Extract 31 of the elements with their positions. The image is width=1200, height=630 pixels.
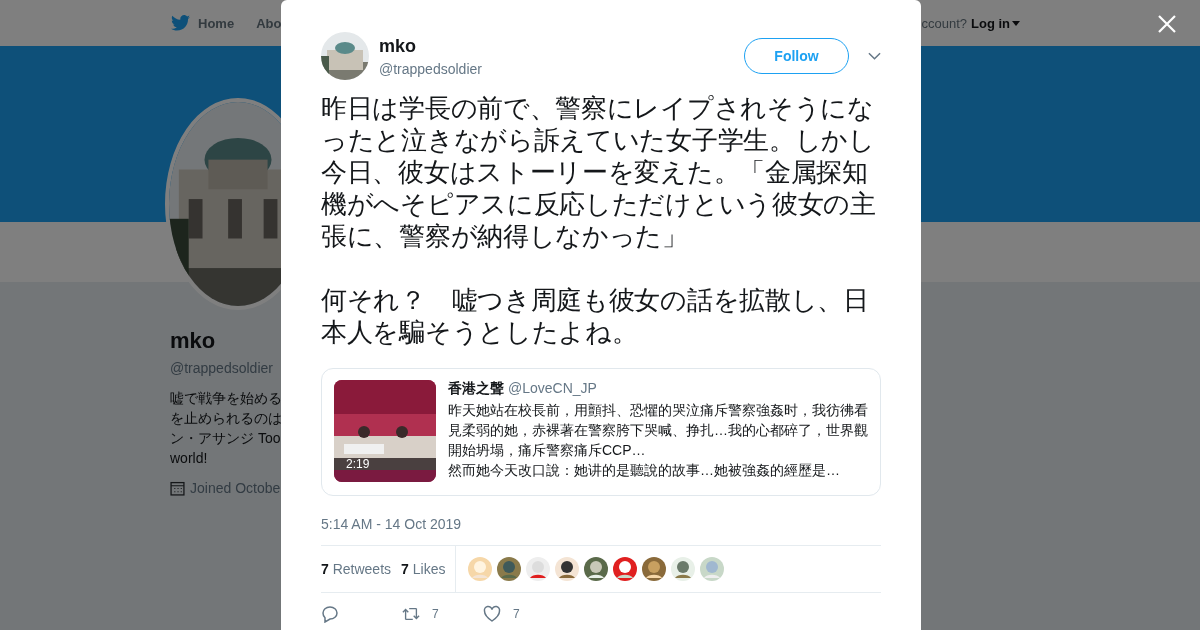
heart-icon[interactable]: [483, 605, 501, 623]
profile-name: mko: [170, 328, 216, 354]
stat-link[interactable]: 7 Likes: [401, 561, 446, 577]
profile-handle: @trappedsoldier: [170, 360, 273, 376]
bird-icon: [171, 15, 190, 31]
author-handle: @trappedsoldier: [379, 60, 483, 77]
tweet-text: 何それ？ 嘘つき周庭も彼女の話を拡散し、日本人を騙そうとしたよね。: [321, 284, 870, 348]
quoted-tweet[interactable]: 2:19 香港之聲 @LoveCN_JP 昨天她站在校長前，用顫抖、恐懼的哭泣痛斥警察強姦时，我彷彿看見柔弱的她，赤裸著在警察胯下哭喊、挣扎…我的心都碎了，世界觀開始坍塌，痛斥警察痛斥CCP… 然而她今天改口說：她讲的是聽說的故事…她被強姦的經歷是…: [321, 368, 881, 496]
profile-bio: 嘘で戦争を始める を止められるのは ン・アサンジ Too world!: [170, 389, 282, 468]
tweet-timestamp: 5:14 AM - 14 Oct 2019: [321, 516, 463, 532]
action-count: 7: [513, 607, 520, 621]
chevron-down-icon[interactable]: [868, 52, 881, 60]
login-link[interactable]: Log in: [971, 15, 1010, 31]
follow-button[interactable]: Follow: [744, 38, 849, 74]
account-prompt: ccount?: [921, 15, 967, 31]
quoted-author-name: 香港之聲: [448, 380, 504, 398]
close-icon[interactable]: [1158, 15, 1176, 33]
nav-link[interactable]: Home: [198, 15, 235, 31]
tweet-text: 昨日は学長の前で、警察にレイプされそうになったと泣きながら訴えていた女子学生。しかし今日、彼女はストーリーを変えた。「金属探知機がへそピアスに反応しただけという彼女の主張に、警察が納得しなかった」: [321, 92, 877, 252]
quoted-author-handle: @LoveCN_JP: [508, 380, 597, 396]
nav-link[interactable]: Abo: [256, 15, 282, 31]
stat-link[interactable]: 7 Retweets: [321, 561, 392, 577]
calendar-icon: [170, 480, 185, 496]
action-count: 7: [432, 607, 439, 621]
caret-icon: [1012, 20, 1020, 26]
retweet-icon[interactable]: [402, 605, 420, 623]
quoted-tweet-text: 昨天她站在校長前，用顫抖、恐懼的哭泣痛斥警察強姦时，我彷彿看見柔弱的她，赤裸著在警察胯下哭喊、挣扎…我的心都碎了，世界觀開始坍塌，痛斥警察痛斥CCP… 然而她今天改口說：她讲的是聽說的故事…她被強姦的經歷是…: [448, 401, 868, 480]
author-name: mko: [379, 35, 417, 57]
joined-date: Joined Octobe: [190, 480, 281, 496]
video-duration: 2:19: [346, 457, 370, 471]
reply-icon[interactable]: [321, 605, 339, 623]
